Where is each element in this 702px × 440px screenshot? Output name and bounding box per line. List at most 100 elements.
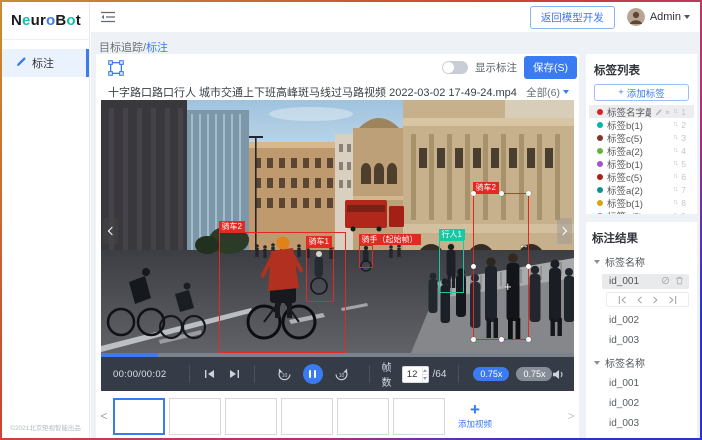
breadcrumb-current: 标注	[146, 42, 168, 54]
resize-handle[interactable]	[526, 337, 531, 342]
filter-dropdown[interactable]: 全部(6)	[526, 85, 569, 100]
bbox-label: 骑车2	[219, 221, 245, 232]
label-row[interactable]: 标签a(2)↑↓7	[594, 183, 689, 196]
sort-icon[interactable]: ↑↓	[673, 160, 677, 167]
back-to-model-dev-button[interactable]: 返回模型开发	[530, 6, 615, 29]
sort-icon[interactable]: ↑↓	[673, 134, 677, 141]
first-frame-icon[interactable]	[618, 291, 627, 309]
sort-icon[interactable]: ↑↓	[673, 108, 677, 115]
resize-handle[interactable]	[499, 337, 504, 342]
resize-handle[interactable]	[526, 264, 531, 269]
divider	[254, 365, 255, 383]
label-row[interactable]: 标签b(1)↑↓5	[594, 157, 689, 170]
resize-handle[interactable]	[471, 264, 476, 269]
bbox-cyclist1[interactable]: 骑车1	[306, 247, 334, 302]
pause-icon	[309, 370, 311, 378]
result-group-expanded[interactable]: 标签名称	[592, 254, 691, 269]
annotation-results-panel: 标注结果 标签名称 id_001 id_002 id_003	[586, 222, 697, 438]
bbox-cyclist2-selected[interactable]: 骑车2	[473, 193, 529, 340]
sort-icon[interactable]: ↑↓	[673, 186, 677, 193]
caret-down-icon	[594, 260, 600, 264]
show-annotations-toggle[interactable]	[442, 61, 468, 74]
last-frame-icon[interactable]	[668, 291, 677, 309]
avatar[interactable]	[627, 8, 645, 26]
step-down-button[interactable]	[423, 374, 428, 382]
next-frame-button[interactable]	[229, 369, 240, 379]
label-color-dot	[597, 122, 603, 128]
player-controls: 00:00/00:02 10 10 帧数	[101, 357, 574, 391]
speed-pill-active[interactable]: 0.75x	[473, 367, 509, 381]
resize-handle[interactable]	[471, 337, 476, 342]
frame-count-label: 帧数	[382, 359, 398, 389]
rewind-10-button[interactable]: 10	[277, 367, 292, 382]
result-item[interactable]: id_003	[592, 418, 691, 430]
video-canvas[interactable]: 骑车2 骑车1 骑手（起始帧） 行人1 骑车2	[101, 100, 574, 353]
resize-handle[interactable]	[499, 191, 504, 196]
result-item[interactable]: id_002	[592, 398, 691, 410]
speed-pill-secondary[interactable]: 0.75x	[516, 367, 552, 381]
sort-icon[interactable]: ↑↓	[673, 212, 677, 214]
label-row[interactable]: 标签c(5)↑↓9	[594, 209, 689, 214]
tool-row: 显示标注 保存(S)	[96, 54, 577, 81]
resize-handle[interactable]	[471, 191, 476, 196]
label-row-selected[interactable]: 标签名字最长数... × ↑↓ 1	[589, 105, 694, 118]
chevron-down-icon	[684, 15, 690, 19]
delete-label-icon[interactable]: ×	[665, 108, 670, 116]
menu-fold-icon[interactable]	[101, 11, 115, 23]
video-thumbnail[interactable]	[169, 398, 221, 435]
sidebar-item-annotate[interactable]: 标注	[2, 49, 89, 77]
add-video-button[interactable]: +添加视频	[449, 396, 501, 436]
sort-icon[interactable]: ↑↓	[673, 199, 677, 206]
filmstrip-prev-button[interactable]: <	[99, 409, 109, 423]
hide-annotation-icon[interactable]	[661, 276, 670, 288]
resize-handle[interactable]	[526, 191, 531, 196]
bbox-rider-startframe[interactable]: 骑手（起始帧）	[359, 245, 373, 268]
frame-number-input[interactable]	[402, 366, 429, 383]
sort-icon[interactable]: ↑↓	[673, 147, 677, 154]
filmstrip: < +添加视频 >	[96, 394, 579, 438]
bbox-label: 骑车2	[473, 182, 499, 193]
rect-select-tool-icon[interactable]	[108, 60, 124, 76]
chevron-down-icon	[563, 90, 569, 94]
save-button[interactable]: 保存(S)	[524, 56, 577, 79]
volume-icon[interactable]	[552, 369, 565, 380]
frame-number-field[interactable]	[403, 367, 422, 382]
sidebar: NeuroBot 标注 ©2021北京矩视智能出品	[2, 2, 90, 438]
result-item-selected[interactable]: id_001	[602, 274, 689, 289]
breadcrumb-parent[interactable]: 目标追踪	[99, 42, 143, 54]
bbox-pedestrian1[interactable]: 行人1	[439, 240, 464, 293]
result-item[interactable]: id_003	[592, 335, 691, 347]
video-thumbnail[interactable]	[225, 398, 277, 435]
pause-icon	[314, 370, 316, 378]
prev-video-chevron[interactable]	[103, 218, 118, 244]
pause-button[interactable]	[303, 364, 323, 384]
video-thumbnail[interactable]	[393, 398, 445, 435]
label-row[interactable]: 标签a(2)↑↓4	[594, 144, 689, 157]
label-row[interactable]: 标签c(5)↑↓6	[594, 170, 689, 183]
label-color-dot	[597, 213, 603, 215]
sort-icon[interactable]: ↑↓	[673, 121, 677, 128]
breadcrumb: 目标追踪/标注	[99, 39, 168, 55]
trash-icon[interactable]	[675, 276, 684, 288]
video-thumbnail[interactable]	[337, 398, 389, 435]
label-row[interactable]: 标签b(1)↑↓2	[594, 118, 689, 131]
result-item[interactable]: id_001	[592, 378, 691, 390]
user-menu[interactable]: Admin	[650, 11, 690, 23]
filmstrip-next-button[interactable]: >	[566, 409, 576, 423]
add-label-button[interactable]: +添加标签	[594, 84, 689, 101]
next-video-chevron[interactable]	[557, 218, 572, 244]
label-list-title: 标签列表	[594, 62, 689, 78]
step-up-button[interactable]	[423, 367, 428, 374]
result-item[interactable]: id_002	[592, 315, 691, 327]
label-row[interactable]: 标签b(1)↑↓8	[594, 196, 689, 209]
chevron-right-icon	[559, 227, 567, 235]
sort-icon[interactable]: ↑↓	[673, 173, 677, 180]
prev-frame-icon[interactable]	[636, 291, 643, 309]
video-thumbnail[interactable]	[281, 398, 333, 435]
next-frame-icon[interactable]	[652, 291, 659, 309]
forward-10-button[interactable]: 10	[334, 367, 349, 382]
label-row[interactable]: 标签c(5)↑↓3	[594, 131, 689, 144]
prev-frame-button[interactable]	[204, 369, 215, 379]
result-group-expanded[interactable]: 标签名称	[592, 355, 691, 370]
video-thumbnail-selected[interactable]	[113, 398, 165, 435]
